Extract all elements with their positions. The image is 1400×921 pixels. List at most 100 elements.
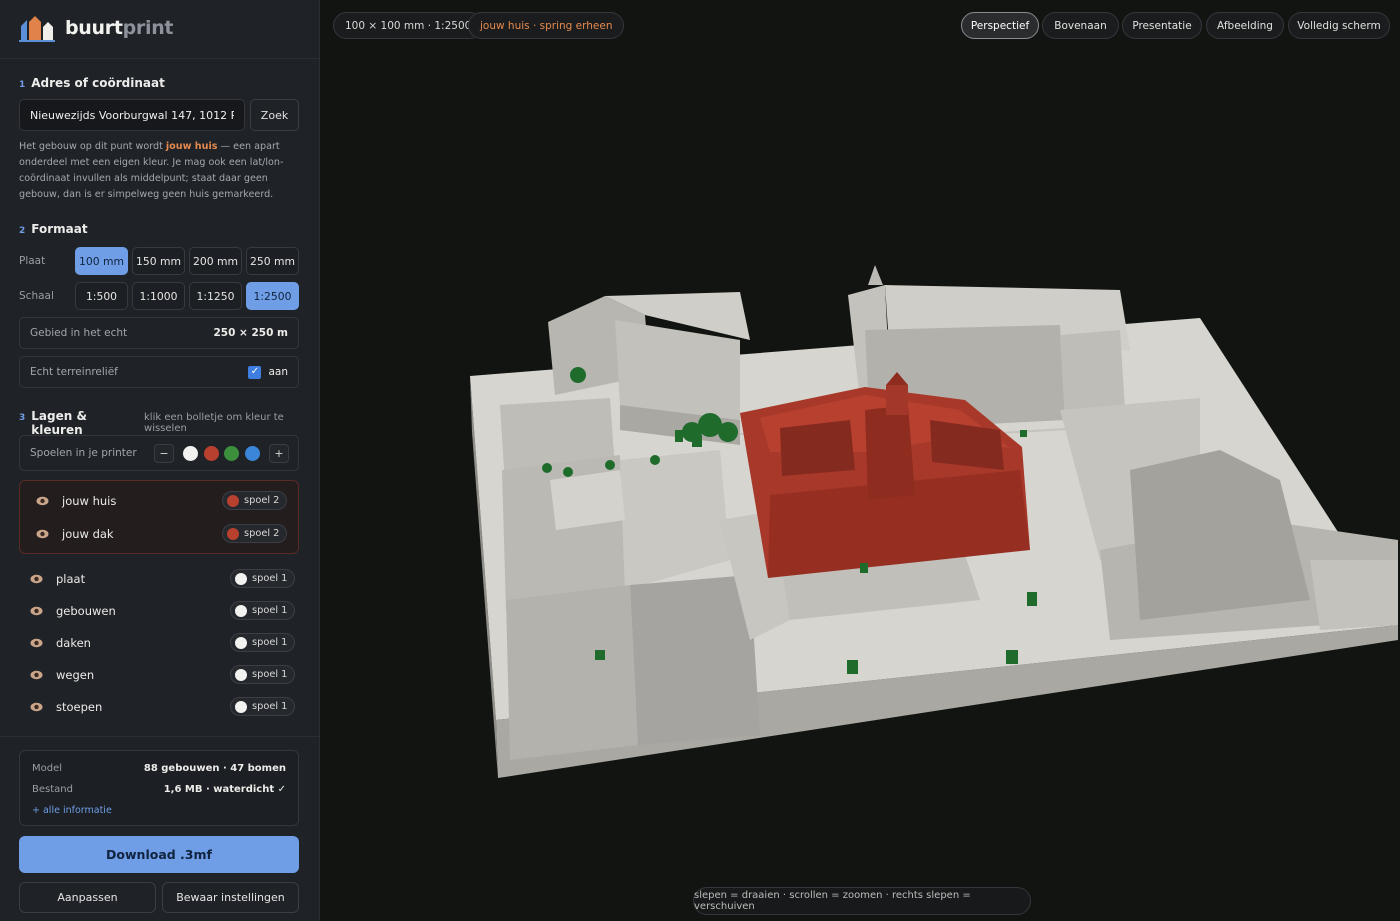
plate-option-200[interactable]: 200 mm bbox=[189, 247, 242, 275]
plate-option-250[interactable]: 250 mm bbox=[246, 247, 299, 275]
spool-dot-4[interactable] bbox=[245, 446, 260, 461]
section-title: Lagen & kleuren bbox=[31, 409, 87, 437]
layer-name: wegen bbox=[56, 668, 95, 682]
model-row: Model 88 gebouwen · 47 bomen bbox=[32, 763, 286, 774]
spool-selector[interactable]: spoel 1 bbox=[230, 697, 296, 716]
terrain-toggle[interactable]: ✓ aan bbox=[248, 365, 288, 379]
eye-icon[interactable] bbox=[30, 670, 43, 680]
city-model-3d[interactable] bbox=[320, 0, 1400, 921]
layer-name: daken bbox=[56, 636, 91, 650]
controls-hint: slepen = draaien · scrollen = zoomen · r… bbox=[693, 887, 1031, 915]
spool-selector[interactable]: spoel 1 bbox=[230, 633, 296, 652]
scale-option-1250[interactable]: 1:1250 bbox=[189, 282, 242, 310]
model-viewport[interactable]: 100 × 100 mm · 1:2500 jouw huis · spring… bbox=[320, 0, 1400, 921]
spool-dot-2[interactable] bbox=[204, 446, 219, 461]
spool-color-dot[interactable] bbox=[235, 636, 247, 649]
section-layers-title: 3 Lagen & kleuren klik een bolletje om k… bbox=[19, 409, 319, 437]
logo-sub: print bbox=[122, 17, 174, 39]
layer-row[interactable]: wegen spoel 1 bbox=[0, 664, 300, 688]
spool-selector[interactable]: spoel 1 bbox=[230, 665, 296, 684]
save-settings-button[interactable]: Bewaar instellingen bbox=[162, 882, 299, 913]
spool-selector[interactable]: spoel 2 bbox=[222, 491, 288, 510]
scale-option-2500[interactable]: 1:2500 bbox=[246, 282, 299, 310]
section-title: Formaat bbox=[31, 222, 88, 236]
logo-main: buurt bbox=[65, 17, 123, 39]
spool-label: spoel 2 bbox=[244, 528, 280, 539]
layer-row[interactable]: plaat spoel 1 bbox=[0, 568, 300, 592]
spool-dot-1[interactable] bbox=[183, 446, 198, 461]
help-pre: Het gebouw op dit punt wordt bbox=[19, 141, 166, 152]
spool-label: spoel 1 bbox=[252, 573, 288, 584]
divider bbox=[0, 58, 319, 59]
eye-icon[interactable] bbox=[30, 574, 43, 584]
layer-name: stoepen bbox=[56, 700, 103, 714]
model-label: Model bbox=[32, 763, 63, 774]
spool-selector[interactable]: spoel 2 bbox=[222, 524, 288, 543]
section-number: 1 bbox=[19, 80, 26, 90]
model-summary: Model 88 gebouwen · 47 bomen Bestand 1,6… bbox=[19, 750, 299, 826]
help-highlight: jouw huis bbox=[165, 141, 218, 152]
scale-option-500[interactable]: 1:500 bbox=[75, 282, 128, 310]
spool-dot-3[interactable] bbox=[224, 446, 239, 461]
spools-box: Spoelen in je printer − + bbox=[19, 435, 299, 471]
remove-spool-button[interactable]: − bbox=[154, 444, 174, 463]
terrain-checkbox[interactable]: ✓ bbox=[248, 365, 262, 379]
file-label: Bestand bbox=[32, 784, 73, 795]
add-spool-button[interactable]: + bbox=[269, 444, 289, 463]
plate-label: Plaat bbox=[19, 255, 46, 267]
view-top-button[interactable]: Bovenaan bbox=[1042, 12, 1119, 39]
scale-option-1000[interactable]: 1:1000 bbox=[132, 282, 185, 310]
eye-icon[interactable] bbox=[30, 702, 43, 712]
spool-label: spoel 1 bbox=[252, 637, 288, 648]
layer-row[interactable]: stoepen spoel 1 bbox=[0, 696, 300, 720]
spool-color-dot[interactable] bbox=[235, 700, 247, 713]
download-button[interactable]: Download .3mf bbox=[19, 836, 299, 873]
adjust-button[interactable]: Aanpassen bbox=[19, 882, 156, 913]
spool-color-dot[interactable] bbox=[235, 668, 247, 681]
file-row: Bestand 1,6 MB · waterdicht ✓ bbox=[32, 784, 286, 795]
eye-icon[interactable] bbox=[36, 496, 49, 506]
jump-to-house-chip[interactable]: jouw huis · spring erheen bbox=[468, 12, 625, 39]
eye-icon[interactable] bbox=[30, 638, 43, 648]
layer-name: jouw huis bbox=[62, 494, 117, 508]
spool-color-dot[interactable] bbox=[227, 494, 239, 507]
eye-icon[interactable] bbox=[30, 606, 43, 616]
spool-label: spoel 2 bbox=[244, 495, 280, 506]
more-info-link[interactable]: + alle informatie bbox=[32, 805, 112, 816]
file-value: 1,6 MB · waterdicht ✓ bbox=[163, 784, 286, 795]
fullscreen-button[interactable]: Volledig scherm bbox=[1288, 12, 1390, 39]
section-title: Adres of coördinaat bbox=[31, 76, 165, 90]
area-value: 250 × 250 m bbox=[213, 327, 288, 339]
layer-row[interactable]: daken spoel 1 bbox=[0, 632, 300, 656]
view-perspective-button[interactable]: Perspectief bbox=[961, 12, 1039, 39]
spool-selector[interactable]: spoel 1 bbox=[230, 601, 296, 620]
spools-label: Spoelen in je printer bbox=[30, 447, 137, 459]
plate-option-100[interactable]: 100 mm bbox=[75, 247, 128, 275]
layer-name: jouw dak bbox=[62, 527, 114, 541]
spool-color-dot[interactable] bbox=[235, 604, 247, 617]
search-button[interactable]: Zoek bbox=[250, 99, 299, 131]
address-input[interactable] bbox=[19, 99, 245, 131]
spool-label: spoel 1 bbox=[252, 605, 288, 616]
address-help-text: Het gebouw op dit punt wordt jouw huis —… bbox=[19, 139, 301, 203]
area-box: Gebied in het echt 250 × 250 m bbox=[19, 317, 299, 349]
layer-row[interactable]: gebouwen spoel 1 bbox=[0, 600, 300, 624]
spool-selector[interactable]: spoel 1 bbox=[230, 569, 296, 588]
section-format-title: 2 Formaat bbox=[19, 222, 88, 236]
terrain-label: Echt terreinreliëf bbox=[30, 366, 118, 378]
view-presentation-button[interactable]: Presentatie bbox=[1122, 12, 1202, 39]
eye-icon[interactable] bbox=[36, 529, 49, 539]
section-number: 3 bbox=[19, 413, 26, 423]
layer-row[interactable]: jouw huis spoel 2 bbox=[0, 490, 300, 514]
plate-option-150[interactable]: 150 mm bbox=[132, 247, 185, 275]
spool-label: spoel 1 bbox=[252, 669, 288, 680]
sidebar: buurtprint 1 Adres of coördinaat Zoek He… bbox=[0, 0, 320, 921]
spool-color-dot[interactable] bbox=[235, 572, 247, 585]
layer-row[interactable]: jouw dak spoel 2 bbox=[0, 523, 300, 547]
terrain-value: aan bbox=[268, 366, 288, 378]
spool-label: spoel 1 bbox=[252, 701, 288, 712]
view-image-button[interactable]: Afbeelding bbox=[1206, 12, 1284, 39]
spool-color-dot[interactable] bbox=[227, 527, 239, 540]
terrain-box: Echt terreinreliëf ✓ aan bbox=[19, 356, 299, 388]
section-hint: klik een bolletje om kleur te wisselen bbox=[144, 412, 284, 434]
